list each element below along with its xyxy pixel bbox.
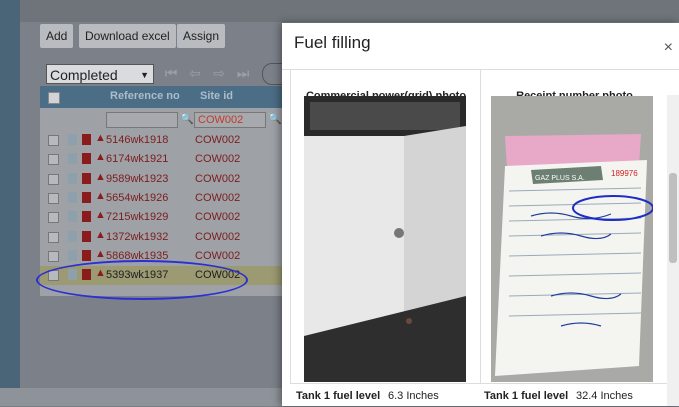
table-row[interactable]: ▲ 5146wk1918 COW002 xyxy=(40,131,300,150)
download-excel-button[interactable]: Download excel xyxy=(79,24,176,48)
site-cell: COW002 xyxy=(195,230,241,243)
status-select[interactable]: Completed ▼ xyxy=(46,64,154,84)
grid-header: Reference no Site id xyxy=(40,86,300,108)
reference-cell[interactable]: 5146wk1918 xyxy=(106,134,168,146)
warning-icon: ▲ xyxy=(95,189,106,202)
tank1-value-b: 32.4 Inches xyxy=(576,390,633,402)
receipt-number: 189976 xyxy=(611,169,638,178)
fuel-level-row-b: Tank 1 fuel level 32.4 Inches xyxy=(480,383,667,407)
top-strip xyxy=(0,0,679,22)
search-icon[interactable]: 🔍 xyxy=(180,112,194,126)
site-cell: COW002 xyxy=(195,134,241,146)
row-checkbox[interactable] xyxy=(48,192,59,204)
site-id-header[interactable]: Site id xyxy=(200,90,233,102)
site-cell: COW002 xyxy=(195,153,241,166)
site-cell: COW002 xyxy=(195,211,241,224)
pdf-icon[interactable] xyxy=(82,211,91,223)
document-icon[interactable] xyxy=(68,230,77,242)
left-band xyxy=(0,0,20,406)
row-checkbox[interactable] xyxy=(48,250,59,262)
pdf-icon[interactable] xyxy=(82,191,91,203)
reference-cell[interactable]: 6174wk1921 xyxy=(106,153,168,165)
pdf-icon[interactable] xyxy=(82,172,91,184)
site-cell: COW002 xyxy=(195,172,241,185)
table-row[interactable]: ▲ 5654wk1926 COW002 xyxy=(40,189,300,208)
row-checkbox[interactable] xyxy=(48,173,59,185)
pdf-icon[interactable] xyxy=(82,153,91,165)
chevron-down-icon: ▼ xyxy=(140,70,149,80)
document-icon[interactable] xyxy=(68,191,77,203)
site-cell: COW002 xyxy=(195,249,241,262)
reference-cell[interactable]: 9589wk1923 xyxy=(106,173,168,185)
modal-scrollbar-thumb[interactable] xyxy=(669,173,677,263)
first-page-icon[interactable]: ⏮ xyxy=(162,64,180,82)
select-all-checkbox[interactable] xyxy=(48,92,60,104)
row-checkbox[interactable] xyxy=(48,135,59,146)
warning-icon: ▲ xyxy=(95,170,106,183)
footer-band xyxy=(0,388,290,406)
site-cell: COW002 xyxy=(195,191,241,204)
reference-no-header[interactable]: Reference no xyxy=(110,90,180,102)
site-filter-input[interactable]: COW002 xyxy=(194,112,266,128)
last-page-icon[interactable]: ⏭ xyxy=(234,64,252,82)
document-icon[interactable] xyxy=(68,153,77,165)
table-row[interactable]: ▲ 7215wk1929 COW002 xyxy=(40,208,300,227)
tank1-label-b: Tank 1 fuel level xyxy=(484,390,569,402)
warning-icon: ▲ xyxy=(95,151,106,164)
prev-page-icon[interactable]: ⇦ xyxy=(186,64,204,82)
tank1-value-a: 6.3 Inches xyxy=(388,390,439,402)
reference-cell[interactable]: 7215wk1929 xyxy=(106,211,168,223)
tank1-label-a: Tank 1 fuel level xyxy=(296,390,381,402)
fuel-filling-modal: Fuel filling × Commercial power(grid) ph… xyxy=(282,23,679,406)
row-checkbox[interactable] xyxy=(48,154,59,166)
modal-title: Fuel filling xyxy=(294,33,371,52)
table-row[interactable]: ▲ 9589wk1923 COW002 xyxy=(40,170,300,189)
table-row[interactable]: ▲ 1372wk1932 COW002 xyxy=(40,228,300,247)
warning-icon: ▲ xyxy=(95,228,106,241)
pdf-icon[interactable] xyxy=(82,134,91,145)
row-checkbox[interactable] xyxy=(48,212,59,224)
document-icon[interactable] xyxy=(68,172,77,184)
add-button[interactable]: Add xyxy=(40,24,74,48)
assign-button[interactable]: Assign xyxy=(177,24,226,48)
document-icon[interactable] xyxy=(68,211,77,223)
next-page-icon[interactable]: ⇨ xyxy=(210,64,228,82)
warning-icon: ▲ xyxy=(95,247,106,260)
document-icon[interactable] xyxy=(68,134,77,145)
fuel-level-row-a: Tank 1 fuel level 6.3 Inches xyxy=(290,383,480,407)
annotation-ellipse xyxy=(36,260,248,300)
search-icon[interactable]: 🔍 xyxy=(268,112,282,126)
grid-photo[interactable] xyxy=(304,96,466,382)
receipt-header-text: GAZ PLUS S.A. xyxy=(535,175,585,182)
warning-icon: ▲ xyxy=(95,209,106,222)
close-icon[interactable]: × xyxy=(664,39,673,57)
row-checkbox[interactable] xyxy=(48,231,59,243)
pdf-icon[interactable] xyxy=(82,249,91,261)
receipt-photo[interactable]: GAZ PLUS S.A. 189976 xyxy=(491,96,653,382)
pdf-icon[interactable] xyxy=(82,230,91,242)
reference-cell[interactable]: 1372wk1932 xyxy=(106,231,168,243)
document-icon[interactable] xyxy=(68,249,77,261)
table-row[interactable]: ▲ 6174wk1921 COW002 xyxy=(40,150,300,169)
reference-filter-input[interactable] xyxy=(106,112,178,128)
warning-icon: ▲ xyxy=(95,132,106,144)
status-select-value: Completed xyxy=(50,67,118,83)
reference-cell[interactable]: 5654wk1926 xyxy=(106,192,168,204)
